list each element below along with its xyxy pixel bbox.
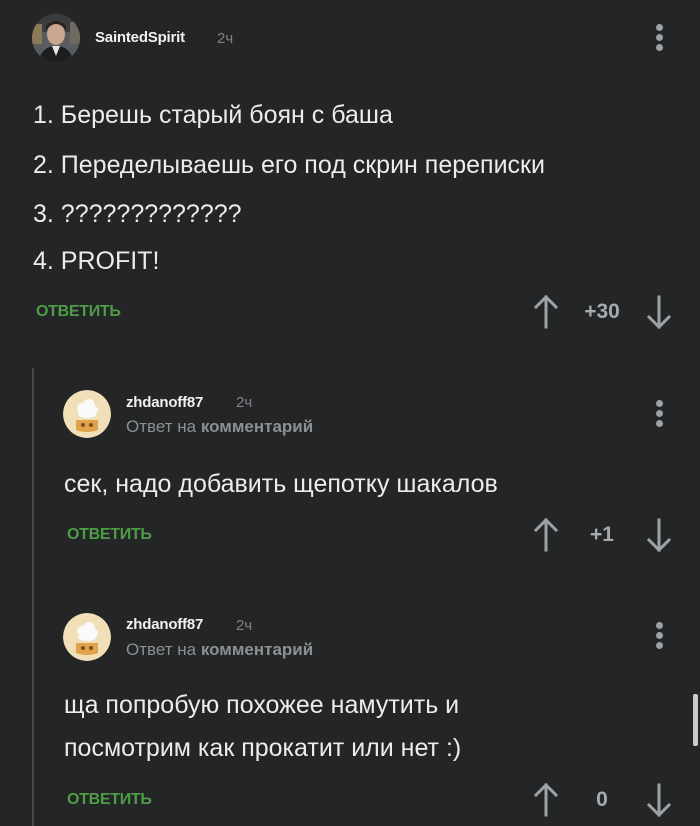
reply-to-link[interactable]: комментарий <box>201 640 313 659</box>
timestamp: 2ч <box>236 394 253 411</box>
avatar[interactable] <box>63 390 111 438</box>
comment-reply: zhdanoff87 2ч Ответ на комментарий ща по… <box>0 594 700 826</box>
avatar-image <box>63 613 111 661</box>
more-options-icon[interactable] <box>654 400 664 430</box>
comment-text-line: ща попробую похожее намутить и <box>64 691 460 719</box>
comment: SaintedSpirit 2ч 1. Берешь старый боян с… <box>0 0 700 340</box>
rating-value: 0 <box>596 788 608 811</box>
more-options-icon[interactable] <box>654 24 664 54</box>
username[interactable]: SaintedSpirit <box>95 29 185 46</box>
more-options-icon[interactable] <box>654 622 664 652</box>
arrow-up-icon[interactable] <box>533 517 559 552</box>
comment-text-line: 4. PROFIT! <box>33 247 160 275</box>
username[interactable]: zhdanoff87 <box>126 394 203 411</box>
reply-to-link[interactable]: комментарий <box>201 417 313 436</box>
comment-text-line: посмотрим как прокатит или нет :) <box>64 734 462 762</box>
comment-text-line: 3. ????????????? <box>33 200 242 228</box>
reply-to-prefix: Ответ на <box>126 417 197 436</box>
arrow-down-icon[interactable] <box>646 295 672 330</box>
comment-text-line: 2. Переделываешь его под скрин переписки <box>33 151 545 179</box>
comment-text-line: 1. Берешь старый боян с баша <box>33 101 393 129</box>
username[interactable]: zhdanoff87 <box>126 616 203 633</box>
reply-to-reference: Ответ на комментарий <box>126 640 313 660</box>
arrow-up-icon[interactable] <box>533 782 559 817</box>
rating-value: +1 <box>590 523 614 546</box>
rating-value: +30 <box>584 300 620 323</box>
avatar[interactable] <box>63 613 111 661</box>
timestamp: 2ч <box>236 617 253 634</box>
reply-button[interactable]: ОТВЕТИТЬ <box>36 303 121 321</box>
arrow-down-icon[interactable] <box>646 518 672 553</box>
reply-to-prefix: Ответ на <box>126 640 197 659</box>
arrow-down-icon[interactable] <box>646 783 672 818</box>
comment-text-line: сек, надо добавить щепотку шакалов <box>64 470 498 498</box>
scrollbar-thumb[interactable] <box>693 694 698 746</box>
avatar-image <box>63 390 111 438</box>
reply-to-reference: Ответ на комментарий <box>126 417 313 437</box>
reply-button[interactable]: ОТВЕТИТЬ <box>67 526 152 544</box>
reply-button[interactable]: ОТВЕТИТЬ <box>67 791 152 809</box>
comment-reply: zhdanoff87 2ч Ответ на комментарий сек, … <box>0 370 700 570</box>
timestamp: 2ч <box>217 30 234 47</box>
arrow-up-icon[interactable] <box>533 294 559 329</box>
avatar[interactable] <box>32 14 80 62</box>
avatar-image <box>32 14 80 62</box>
